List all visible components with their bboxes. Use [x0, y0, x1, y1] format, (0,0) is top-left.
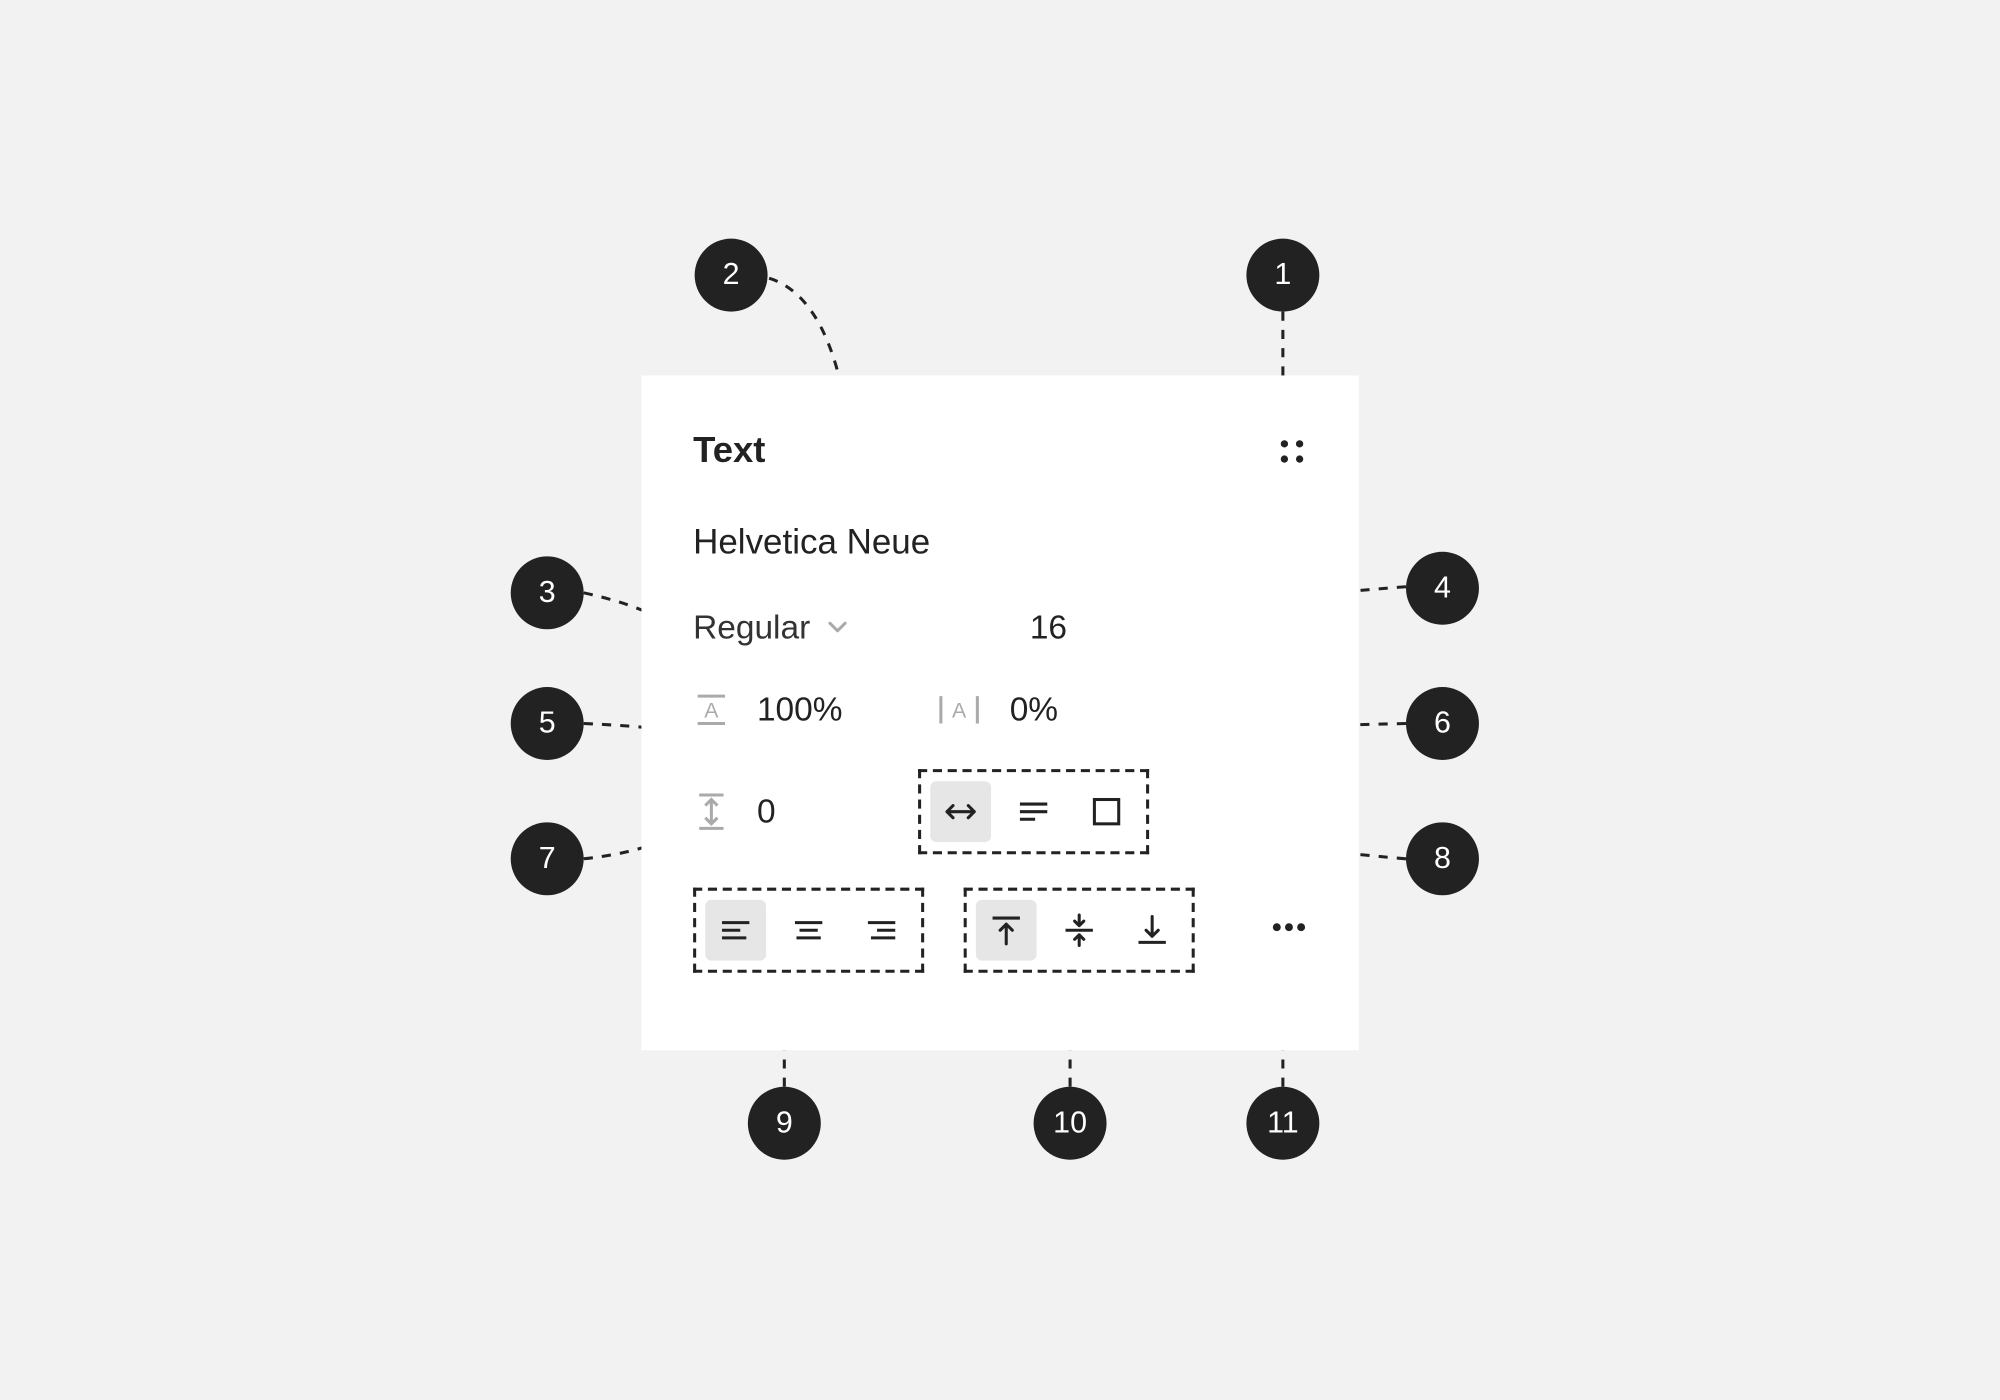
- letter-spacing-value: 0%: [1010, 690, 1058, 730]
- align-left-button[interactable]: [705, 900, 766, 961]
- line-height-value: 100%: [757, 690, 843, 730]
- paragraph-spacing-value: 0: [757, 792, 776, 832]
- callout-4: 4: [1406, 552, 1479, 625]
- font-weight-select[interactable]: Regular: [693, 608, 850, 648]
- callout-5: 5: [511, 687, 584, 760]
- callout-7: 7: [511, 822, 584, 895]
- panel-header: Text: [693, 424, 1307, 479]
- horizontal-align-group: [693, 888, 924, 973]
- line-height-input[interactable]: A 100%: [693, 690, 842, 730]
- auto-height-icon: [1014, 792, 1054, 832]
- font-family-value: Helvetica Neue: [693, 521, 930, 561]
- text-styles-icon[interactable]: [1277, 436, 1307, 466]
- fixed-size-icon: [1087, 792, 1127, 832]
- font-size-value: 16: [1030, 608, 1067, 646]
- svg-text:A: A: [952, 698, 967, 722]
- callout-8: 8: [1406, 822, 1479, 895]
- more-horizontal-icon: [1268, 905, 1311, 948]
- font-weight-value: Regular: [693, 608, 810, 648]
- callout-3: 3: [511, 556, 584, 629]
- callout-11: 11: [1246, 1087, 1319, 1160]
- letter-spacing-icon: A: [937, 692, 983, 728]
- callout-2: 2: [695, 239, 768, 312]
- align-bottom-icon: [1132, 910, 1172, 950]
- paragraph-spacing-icon: [693, 790, 729, 833]
- letter-spacing-input[interactable]: A 0%: [937, 690, 1058, 730]
- svg-text:A: A: [704, 698, 719, 722]
- align-middle-icon: [1059, 910, 1099, 950]
- fixed-size-button[interactable]: [1077, 781, 1138, 842]
- align-center-icon: [789, 910, 829, 950]
- vertical-align-group: [964, 888, 1195, 973]
- align-right-button[interactable]: [851, 900, 912, 961]
- text-resize-group: [918, 769, 1149, 854]
- align-left-icon: [716, 910, 756, 950]
- font-size-input[interactable]: 16: [1030, 608, 1307, 648]
- align-center-button[interactable]: [778, 900, 839, 961]
- panel-title: Text: [693, 430, 765, 473]
- paragraph-spacing-input[interactable]: 0: [693, 790, 775, 833]
- chevron-down-icon: [825, 608, 849, 648]
- more-options-button[interactable]: [1268, 905, 1311, 955]
- align-top-icon: [986, 910, 1026, 950]
- align-top-button[interactable]: [976, 900, 1037, 961]
- auto-height-button[interactable]: [1004, 781, 1065, 842]
- line-height-icon: A: [693, 692, 729, 728]
- auto-width-icon: [941, 792, 981, 832]
- font-family-select[interactable]: Helvetica Neue: [693, 521, 1307, 562]
- align-bottom-button[interactable]: [1122, 900, 1183, 961]
- text-properties-panel: Text Helvetica Neue Regular 16: [641, 375, 1358, 1050]
- callout-9: 9: [748, 1087, 821, 1160]
- callout-6: 6: [1406, 687, 1479, 760]
- align-right-icon: [862, 910, 902, 950]
- align-middle-button[interactable]: [1049, 900, 1110, 961]
- auto-width-button[interactable]: [931, 781, 992, 842]
- callout-10: 10: [1034, 1087, 1107, 1160]
- callout-1: 1: [1246, 239, 1319, 312]
